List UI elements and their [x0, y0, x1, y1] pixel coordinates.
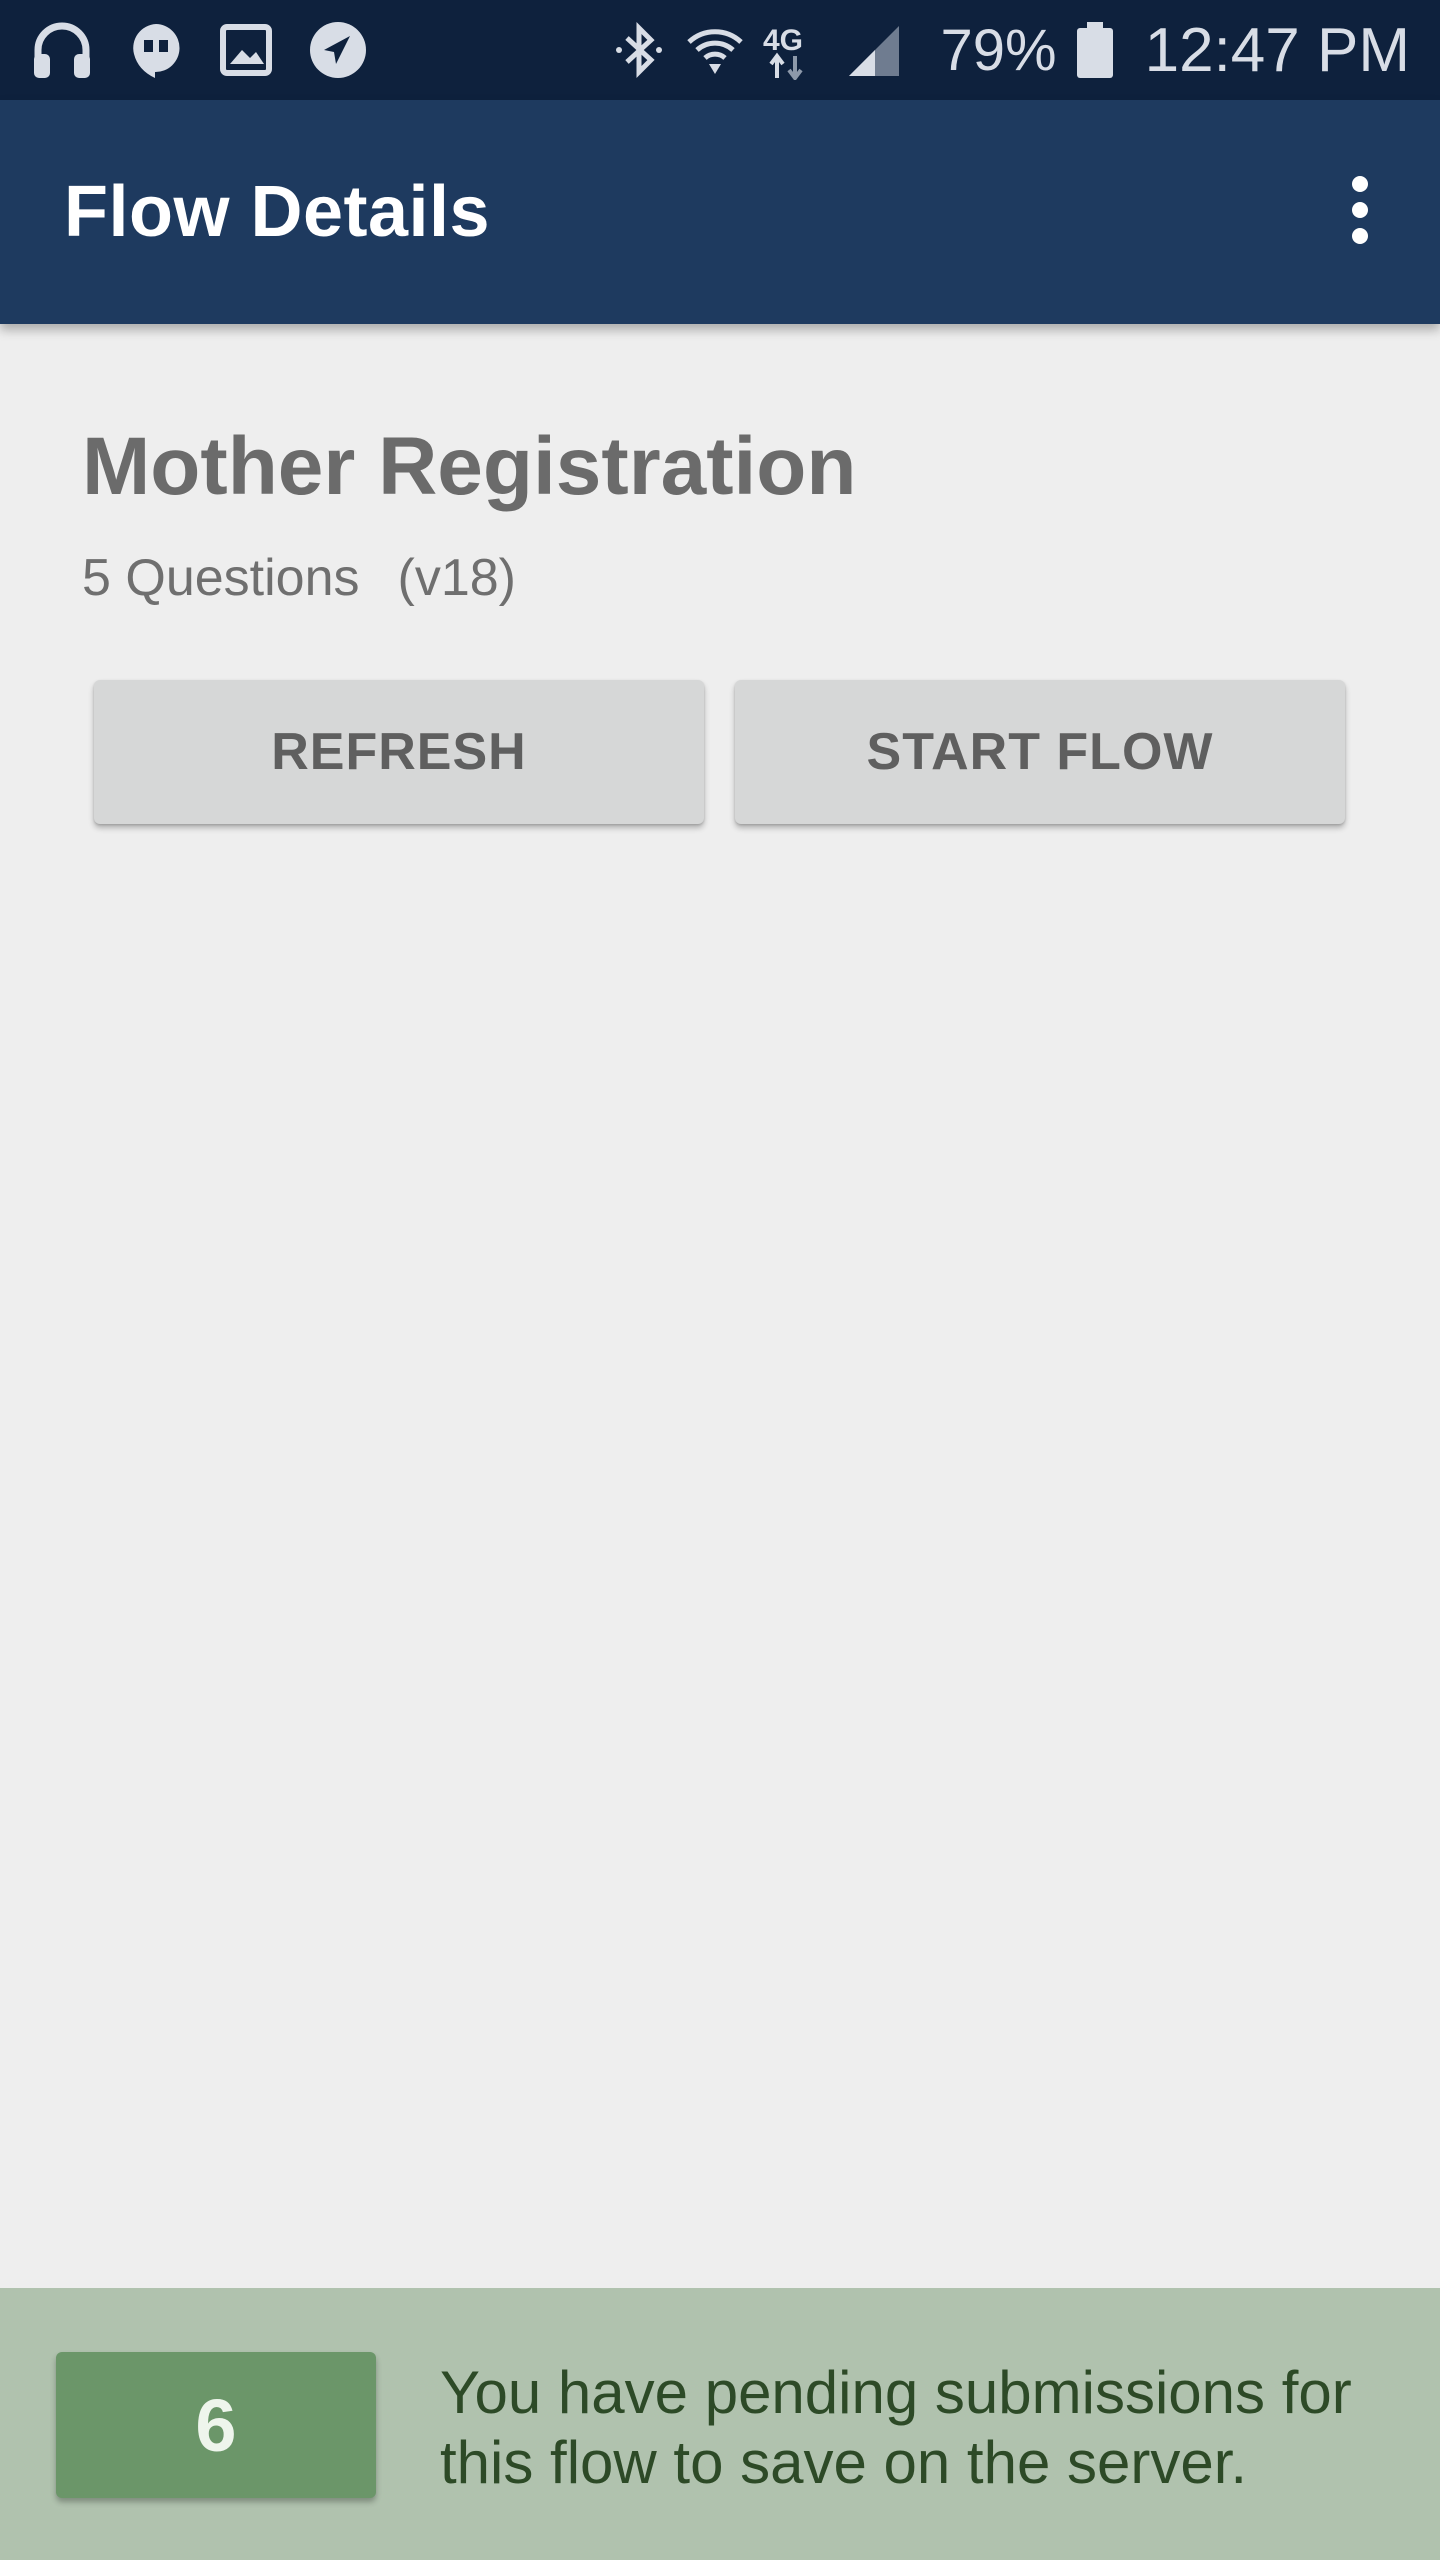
gallery-icon	[218, 22, 274, 78]
status-bar: 4G 79% 12:47 PM	[0, 0, 1440, 100]
network-4g-lte-icon: 4G	[763, 20, 827, 80]
bluetooth-icon	[611, 20, 667, 80]
flow-name: Mother Registration	[82, 421, 857, 512]
more-vert-icon	[1348, 174, 1372, 251]
status-left-icons	[30, 20, 402, 80]
battery-icon	[1075, 20, 1115, 80]
svg-text:4G: 4G	[763, 24, 803, 57]
battery-percent: 79%	[940, 17, 1057, 83]
pending-message: You have pending submissions for this fl…	[440, 2359, 1352, 2496]
question-count: 5 Questions	[82, 549, 360, 607]
status-right-icons: 4G 79% 12:47 PM	[593, 15, 1410, 86]
page-title: Flow Details	[64, 172, 491, 252]
flow-meta: 5 Questions (v18)	[82, 548, 516, 608]
clock-time: 12:47 PM	[1144, 15, 1410, 85]
pending-count-button[interactable]: 6	[56, 2352, 376, 2498]
overflow-menu-button[interactable]	[1320, 152, 1400, 272]
start-flow-button[interactable]: START FLOW	[735, 680, 1345, 824]
signal-icon	[845, 22, 901, 78]
pending-submissions-banner: 6 You have pending submissions for this …	[0, 2288, 1440, 2560]
wifi-icon	[685, 20, 745, 80]
hangouts-icon	[128, 20, 184, 80]
app-bar: Flow Details	[0, 100, 1440, 324]
flow-version: (v18)	[397, 549, 516, 607]
headphones-icon	[30, 20, 94, 80]
telegram-icon	[308, 20, 368, 80]
refresh-button[interactable]: REFRESH	[94, 680, 704, 824]
